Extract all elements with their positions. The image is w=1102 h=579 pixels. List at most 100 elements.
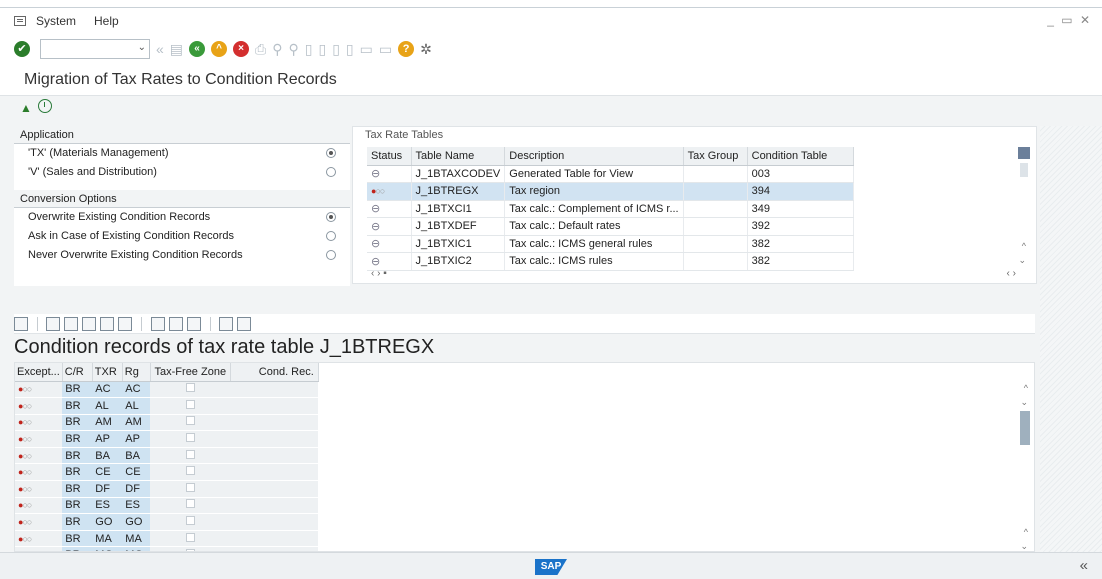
- find-next-icon[interactable]: [100, 317, 115, 331]
- radio-button[interactable]: [326, 231, 336, 241]
- info-icon[interactable]: [236, 317, 251, 331]
- column-header[interactable]: Cond. Rec.: [230, 363, 319, 382]
- column-header[interactable]: Description: [504, 147, 684, 166]
- print-icon[interactable]: ⎙: [255, 41, 266, 57]
- column-header[interactable]: Status: [367, 147, 412, 166]
- layout-icon[interactable]: [218, 317, 233, 331]
- table-row[interactable]: ●○○ BR GO GO: [15, 513, 319, 531]
- scroll-up-icon[interactable]: ^: [1022, 241, 1026, 251]
- find-icon[interactable]: ⚲: [272, 41, 282, 57]
- last-page-icon[interactable]: ▯: [346, 41, 354, 57]
- chevron-down-icon[interactable]: ⌄: [138, 42, 146, 53]
- magnifier-icon[interactable]: ⊖: [371, 256, 380, 268]
- radio-option-tx[interactable]: 'TX' (Materials Management): [14, 144, 350, 163]
- exit-icon[interactable]: ^: [211, 41, 228, 57]
- table-row[interactable]: ●○○ BR AC AC: [15, 381, 319, 399]
- scroll-down-icon[interactable]: ⌄: [1018, 255, 1026, 266]
- next-page-icon[interactable]: ▯: [332, 41, 340, 57]
- column-header[interactable]: Rg: [122, 363, 151, 382]
- cancel-icon[interactable]: ×: [233, 41, 250, 57]
- magnifier-icon[interactable]: ⊖: [371, 168, 380, 180]
- column-header[interactable]: Table Name: [411, 147, 506, 166]
- radio-option-v[interactable]: 'V' (Sales and Distribution): [14, 163, 350, 182]
- magnifier-icon[interactable]: ⊖: [371, 203, 380, 215]
- table-row-selected[interactable]: ●○○ J_1BTREGX Tax region 394: [367, 182, 854, 201]
- create-session-icon[interactable]: ▭: [360, 41, 373, 57]
- checkbox[interactable]: [185, 383, 195, 393]
- window-controls[interactable]: _ ▭ ✕: [1047, 13, 1092, 27]
- sort-ascending-icon[interactable]: [46, 317, 61, 331]
- column-settings-icon[interactable]: [1018, 147, 1030, 159]
- collapse-left-icon[interactable]: «: [1080, 557, 1088, 574]
- column-header[interactable]: TXR: [92, 363, 123, 382]
- scroll-down-icon[interactable]: ⌄: [1020, 397, 1028, 408]
- settings-icon[interactable]: ✲: [420, 41, 432, 57]
- radio-option-never[interactable]: Never Overwrite Existing Condition Recor…: [14, 246, 350, 265]
- checkbox[interactable]: [185, 532, 195, 542]
- radio-button[interactable]: [326, 212, 336, 222]
- checkbox[interactable]: [185, 416, 195, 426]
- collapse-icon[interactable]: «: [156, 41, 164, 57]
- table-row[interactable]: ⊖ J_1BTXCI1 Tax calc.: Complement of ICM…: [367, 200, 854, 218]
- table-row[interactable]: ●○○ BR BA BA: [15, 447, 319, 465]
- column-header[interactable]: Tax Group: [683, 147, 748, 166]
- radio-button[interactable]: [326, 148, 336, 158]
- menu-system[interactable]: System: [36, 14, 76, 28]
- horizontal-scroll-arrows[interactable]: ‹ ›: [1007, 268, 1016, 279]
- radio-button[interactable]: [326, 167, 336, 177]
- shortcut-icon[interactable]: ▭: [379, 41, 392, 57]
- scroll-down-icon[interactable]: ⌄: [1020, 541, 1028, 551]
- print-preview-icon[interactable]: [168, 317, 183, 331]
- column-header[interactable]: Except...: [15, 363, 63, 382]
- filter-icon[interactable]: [118, 317, 133, 331]
- checkbox[interactable]: [185, 399, 195, 409]
- table-row[interactable]: ⊖ J_1BTXIC1 Tax calc.: ICMS general rule…: [367, 235, 854, 253]
- help-icon[interactable]: ?: [398, 41, 415, 57]
- find-next-icon[interactable]: ⚲: [289, 41, 299, 57]
- scroll-up-icon[interactable]: ^: [1024, 383, 1028, 393]
- menu-help[interactable]: Help: [94, 14, 119, 28]
- table-row[interactable]: ●○○ BR AP AP: [15, 430, 319, 448]
- horizontal-scrollbar[interactable]: ‹ › ▪: [371, 268, 387, 279]
- details-icon[interactable]: [14, 317, 28, 331]
- print-icon[interactable]: [150, 317, 165, 331]
- export-icon[interactable]: [186, 317, 201, 331]
- save-icon[interactable]: ▤: [170, 41, 183, 57]
- table-row[interactable]: ⊖ J_1BTXDEF Tax calc.: Default rates 392: [367, 217, 854, 236]
- first-page-icon[interactable]: ▯: [305, 41, 313, 57]
- checkbox[interactable]: [185, 499, 195, 509]
- checkbox[interactable]: [185, 433, 195, 443]
- vertical-scrollbar[interactable]: [1020, 163, 1028, 177]
- checkbox[interactable]: [185, 466, 195, 476]
- table-row[interactable]: ●○○ BR ES ES: [15, 497, 319, 515]
- back-icon[interactable]: «: [189, 41, 206, 57]
- magnifier-icon[interactable]: ⊖: [371, 221, 380, 233]
- radio-option-overwrite[interactable]: Overwrite Existing Condition Records: [14, 208, 350, 227]
- find-icon[interactable]: [82, 317, 97, 331]
- clock-icon[interactable]: [38, 99, 52, 113]
- checkbox[interactable]: [185, 516, 195, 526]
- table-row[interactable]: ⊖ J_1BTAXCODEV Generated Table for View …: [367, 165, 854, 183]
- table-row[interactable]: ●○○ BR CE CE: [15, 463, 319, 482]
- command-field[interactable]: ⌄: [40, 39, 150, 59]
- enter-icon[interactable]: ✔: [14, 41, 30, 57]
- table-row[interactable]: ⊖ J_1BTXIC2 Tax calc.: ICMS rules 382: [367, 252, 854, 271]
- column-header[interactable]: Condition Table: [747, 147, 854, 166]
- column-header[interactable]: Tax-Free Zone: [150, 363, 231, 382]
- table-row[interactable]: ●○○ BR AM AM: [15, 414, 319, 432]
- sort-descending-icon[interactable]: [64, 317, 79, 331]
- column-header[interactable]: C/R: [62, 363, 93, 382]
- previous-page-icon[interactable]: ▯: [318, 41, 326, 57]
- radio-option-ask[interactable]: Ask in Case of Existing Condition Record…: [14, 227, 350, 246]
- table-row[interactable]: ●○○ BR AL AL: [15, 397, 319, 415]
- mountain-icon[interactable]: ▲: [20, 101, 32, 115]
- table-row[interactable]: ●○○ BR MA MA: [15, 530, 319, 548]
- table-row[interactable]: ●○○ BR DF DF: [15, 480, 319, 498]
- radio-button[interactable]: [326, 250, 336, 260]
- menu-icon[interactable]: [14, 16, 26, 26]
- checkbox[interactable]: [185, 482, 195, 492]
- magnifier-icon[interactable]: ⊖: [371, 238, 380, 250]
- scroll-up-icon[interactable]: ^: [1024, 527, 1028, 537]
- scroll-thumb[interactable]: [1020, 411, 1030, 445]
- checkbox[interactable]: [185, 449, 195, 459]
